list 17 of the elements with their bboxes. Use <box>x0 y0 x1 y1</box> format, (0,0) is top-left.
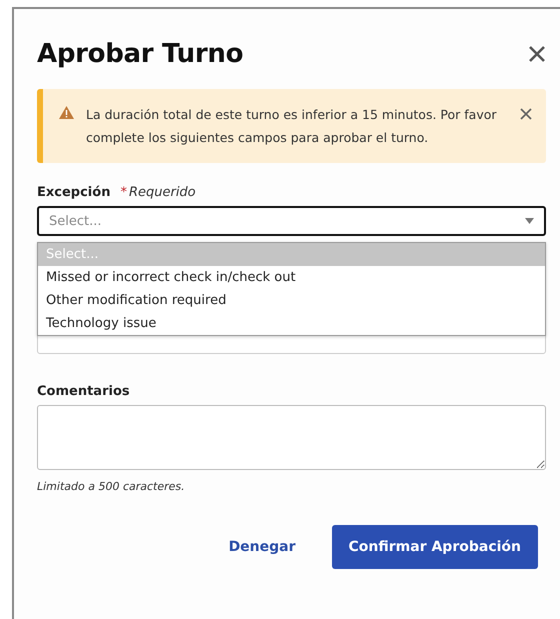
required-note: *Requerido <box>120 185 196 200</box>
field-label: Comentarios <box>37 384 131 399</box>
warning-icon <box>59 106 74 119</box>
deny-link[interactable]: Denegar <box>224 535 300 559</box>
close-icon[interactable] <box>528 45 546 63</box>
field-label: Excepción <box>37 185 110 200</box>
close-icon[interactable] <box>520 108 532 120</box>
caret-icon <box>525 218 534 224</box>
field-hint: Limitado a 500 caracteres. <box>37 480 186 493</box>
dropdown-option[interactable]: Technology issue <box>38 312 545 335</box>
alert-message: La duración total de este turno es inferior a 15 minutos. Por favor complete los siguientes campos para aprobar el turno. <box>86 106 498 147</box>
dropdown-option[interactable]: Missed or incorrect check in/check out <box>38 266 545 289</box>
comments-field[interactable] <box>37 405 546 470</box>
dialog-title: Aprobar Turno <box>37 39 244 69</box>
confirm-button[interactable]: Confirmar Aprobación <box>332 525 538 569</box>
dropdown-option[interactable]: Other modification required <box>38 289 545 312</box>
exception-select[interactable]: Select... <box>37 206 546 236</box>
